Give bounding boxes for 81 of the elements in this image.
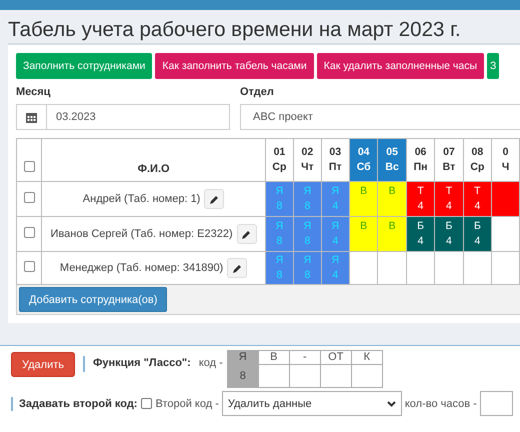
- code-select[interactable]: Удалить данные: [222, 391, 402, 416]
- timesheet-cell[interactable]: Б 4: [434, 216, 464, 252]
- timesheet-cell[interactable]: В: [378, 216, 406, 252]
- row-checkbox[interactable]: [24, 192, 35, 203]
- timesheet-cell[interactable]: Я 4: [321, 216, 350, 252]
- code-option[interactable]: ОТ: [320, 350, 352, 364]
- checkbox-label: Второй код -: [155, 398, 219, 410]
- hours-cell[interactable]: [351, 364, 382, 388]
- pencil-icon: [242, 230, 252, 238]
- timesheet-cell[interactable]: Б 4: [406, 216, 435, 252]
- timesheet-cell[interactable]: [434, 252, 464, 284]
- lasso-label: Функция "Лассо":: [93, 357, 191, 369]
- timesheet-cell[interactable]: Я 8: [265, 216, 294, 252]
- timesheet-cell[interactable]: Я 4: [321, 182, 350, 216]
- row-checkbox[interactable]: [24, 227, 35, 238]
- timesheet-cell[interactable]: [378, 252, 406, 284]
- hours-cell[interactable]: [289, 364, 320, 388]
- edit-button[interactable]: [204, 189, 224, 209]
- timesheet-cell[interactable]: Я 8: [265, 182, 294, 216]
- action-button[interactable]: Как заполнить табель часами: [155, 53, 314, 79]
- code-option[interactable]: Я: [227, 350, 258, 364]
- hours-cell[interactable]: [320, 364, 352, 388]
- timesheet-cell[interactable]: Я 8: [294, 252, 322, 284]
- second-code-label: Задавать второй код:: [19, 398, 138, 410]
- action-button[interactable]: З: [487, 53, 500, 79]
- row-checkbox[interactable]: [24, 261, 35, 272]
- second-code-checkbox[interactable]: [141, 398, 152, 409]
- day-header: 08 Ср: [463, 138, 492, 182]
- employee-name: Андрей (Таб. номер: 1): [82, 193, 200, 205]
- employee-name: Иванов Сергей (Таб. номер: E2322): [50, 228, 233, 240]
- action-button[interactable]: Как удалить заполненные часы: [316, 53, 484, 79]
- day-header: 03 Пт: [321, 138, 350, 182]
- timesheet-cell[interactable]: Б 4: [463, 216, 492, 252]
- delete-button[interactable]: Удалить: [11, 352, 75, 377]
- hours-cell[interactable]: [258, 364, 290, 388]
- calendar-icon: [26, 112, 37, 122]
- day-header: 02 Чт: [294, 138, 322, 182]
- month-field[interactable]: 03.2023: [16, 104, 230, 130]
- timesheet-cell[interactable]: Я 4: [321, 252, 350, 284]
- edit-button[interactable]: [236, 224, 257, 244]
- day-header: 06 Пн: [406, 138, 435, 182]
- timesheet-cell[interactable]: [406, 252, 435, 284]
- timesheet-cell[interactable]: [492, 216, 520, 252]
- day-header: 01 Ср: [265, 138, 294, 182]
- day-header: 0 Ч: [492, 138, 520, 182]
- page-title: Табель учета рабочего времени на март 2023 г.: [8, 17, 462, 43]
- code-option[interactable]: -: [289, 350, 320, 364]
- timesheet-cell[interactable]: [492, 182, 520, 216]
- action-button[interactable]: Заполнить сотрудниками: [16, 53, 152, 79]
- pencil-icon: [232, 264, 242, 272]
- chevron-down-icon: [386, 400, 396, 406]
- timesheet-cell[interactable]: [349, 252, 378, 284]
- timesheet-cell[interactable]: Т 4: [434, 182, 464, 216]
- timesheet-cell[interactable]: Т 4: [406, 182, 435, 216]
- day-header: 07 Вт: [434, 138, 464, 182]
- code-option[interactable]: К: [351, 350, 382, 364]
- timesheet-cell[interactable]: В: [349, 182, 378, 216]
- timesheet-cell[interactable]: Т 4: [463, 182, 492, 216]
- timesheet-cell[interactable]: Я 8: [294, 216, 322, 252]
- edit-button[interactable]: [227, 258, 248, 278]
- column-header: Ф.И.О: [138, 163, 170, 175]
- hours-field[interactable]: [480, 391, 513, 416]
- hours-label: кол-во часов -: [404, 398, 477, 410]
- field-label: Отдел: [240, 86, 275, 100]
- timesheet-cell[interactable]: В: [378, 182, 406, 216]
- code-label: код -: [198, 357, 223, 369]
- code-option[interactable]: В: [258, 350, 290, 364]
- hours-cell[interactable]: 8: [227, 364, 258, 388]
- pencil-icon: [210, 194, 219, 204]
- day-header: 05 Вс: [378, 138, 406, 182]
- timesheet-cell[interactable]: Я 8: [265, 252, 294, 284]
- employee-name: Менеджер (Таб. номер: 341890): [60, 262, 224, 274]
- field-label: Месяц: [16, 86, 52, 100]
- add-employee-button[interactable]: Добавить сотрудника(ов): [19, 287, 168, 312]
- timesheet-cell[interactable]: Я 8: [294, 182, 322, 216]
- timesheet-cell[interactable]: [492, 252, 520, 284]
- department-field[interactable]: ABC проект: [240, 104, 520, 130]
- day-header: 04 Сб: [349, 138, 378, 182]
- select-all-checkbox[interactable]: [24, 161, 35, 172]
- timesheet-cell[interactable]: [463, 252, 492, 284]
- timesheet-cell[interactable]: В: [349, 216, 378, 252]
